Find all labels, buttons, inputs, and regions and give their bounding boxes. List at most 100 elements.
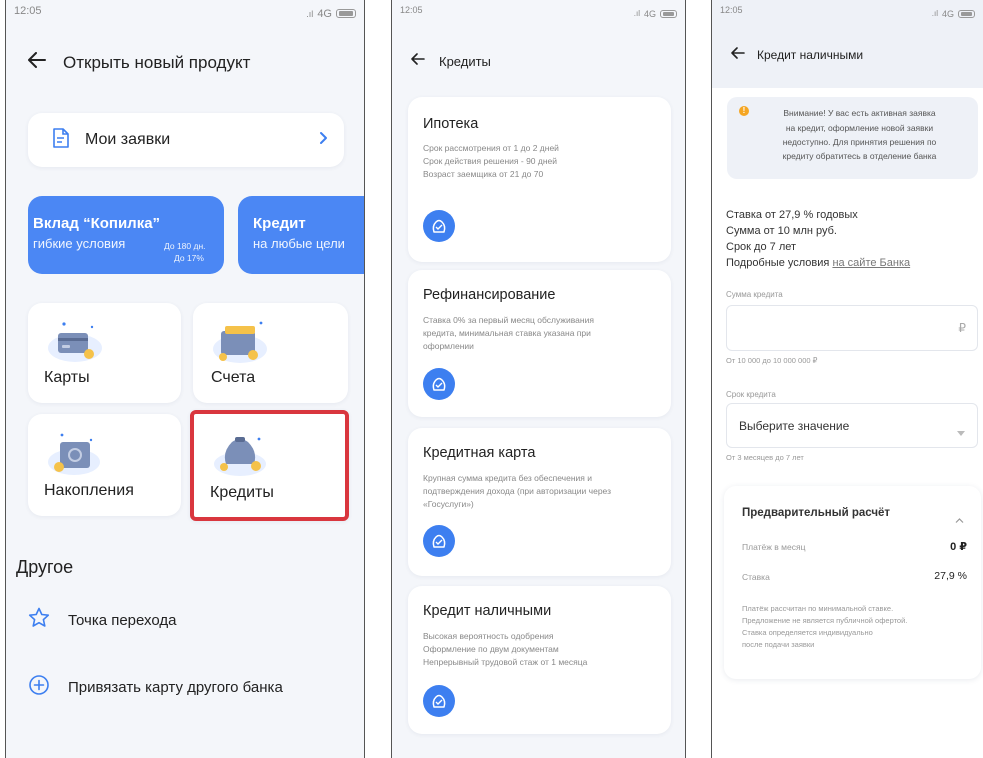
screen-cash-credit: 12:05 .ıl 4G Кредит наличными ! Внимание…: [711, 0, 983, 758]
back-arrow-icon[interactable]: [731, 46, 745, 64]
network-label: 4G: [941, 8, 954, 19]
currency-symbol: ₽: [958, 321, 966, 335]
network-label: 4G: [643, 8, 656, 19]
product-card-mortgage[interactable]: Ипотека Срок рассмотрения от 1 до 2 дней…: [408, 97, 671, 262]
money-bag-button-icon[interactable]: [423, 368, 455, 400]
promo-deposit-subtitle: гибкие условия: [33, 236, 126, 251]
warning-banner: ! Внимание! У вас есть активная заявка н…: [727, 97, 978, 179]
details-link[interactable]: на сайте Банка: [832, 257, 910, 269]
tile-savings[interactable]: Накопления: [28, 414, 181, 516]
promo-credit-subtitle: на любые цели: [253, 236, 345, 251]
my-requests-row[interactable]: Мои заявки: [28, 113, 344, 167]
tile-cards[interactable]: Карты: [28, 303, 181, 403]
product-card-credit-card[interactable]: Кредитная карта Крупная сумма кредита бе…: [408, 428, 671, 576]
product-desc-line: Оформление по двум документам: [423, 644, 559, 654]
status-bar: 12:05 .ıl 4G: [712, 0, 983, 22]
product-title: Рефинансирование: [423, 287, 556, 303]
calc-title: Предварительный расчёт: [742, 507, 891, 519]
product-desc-line: кредита, минимальная ставка указана при: [423, 328, 591, 338]
status-time: 12:05: [400, 5, 423, 15]
product-desc-line: Возраст заемщика от 21 до 70: [423, 169, 544, 179]
app-bar: Открыть новый продукт: [28, 52, 250, 73]
app-bar: Кредит наличными: [731, 46, 863, 64]
warning-text-line: на кредит, оформление новой заявки: [785, 123, 934, 133]
add-circle-icon: [28, 674, 50, 701]
menu-item-label: Точка перехода: [68, 611, 177, 629]
product-desc-line: подтверждения дохода (при авторизации че…: [423, 486, 611, 496]
info-line: Срок до 7 лет: [726, 241, 797, 253]
signal-icon: .ıl: [633, 9, 640, 18]
tile-credits-label: Кредиты: [210, 484, 274, 501]
product-desc-line: Ставка 0% за первый месяц обслуживания: [423, 315, 594, 325]
dropdown-arrow-icon: [957, 423, 965, 441]
signal-icon: .ıl: [931, 9, 938, 18]
status-time: 12:05: [720, 5, 743, 15]
payment-label: Платёж в месяц: [742, 542, 806, 552]
menu-item-transition-point[interactable]: Точка перехода: [28, 607, 176, 633]
signal-icon: .ıl: [306, 8, 314, 19]
disclaimer-line: после подачи заявки: [742, 640, 815, 649]
document-icon: [52, 127, 69, 153]
promo-card-deposit[interactable]: Вклад “Копилка” гибкие условия До 180 дн…: [28, 196, 224, 274]
tile-savings-label: Накопления: [44, 482, 134, 499]
warning-text-line: кредиту обратитесь в отделение банка: [782, 151, 937, 161]
details-line: Подробные условия на сайте Банка: [726, 257, 910, 269]
product-title: Кредит наличными: [423, 603, 552, 619]
disclaimer-line: Ставка определяется индивидуально: [742, 628, 873, 637]
product-title: Ипотека: [423, 116, 479, 132]
accounts-illustration-icon: [209, 315, 271, 370]
product-desc-line: Непрерывный трудовой стаж от 1 месяца: [423, 657, 588, 667]
product-desc-line: оформлении: [423, 341, 474, 351]
warning-text-line: недоступно. Для принятия решения по: [782, 137, 937, 147]
product-desc-line: Срок рассмотрения от 1 до 2 дней: [423, 143, 559, 153]
details-prefix: Подробные условия: [726, 257, 833, 269]
amount-label: Сумма кредита: [726, 290, 783, 299]
term-select[interactable]: Выберите значение: [726, 403, 978, 448]
back-arrow-icon[interactable]: [411, 52, 425, 70]
money-bag-button-icon[interactable]: [423, 685, 455, 717]
status-time: 12:05: [14, 5, 42, 17]
disclaimer-line: Платёж рассчитан по минимальной ставке.: [742, 604, 894, 613]
product-card-refinancing[interactable]: Рефинансирование Ставка 0% за первый мес…: [408, 270, 671, 417]
promo-deposit-title: Вклад “Копилка”: [33, 215, 161, 232]
info-line: Сумма от 10 млн руб.: [726, 225, 837, 237]
money-bag-button-icon[interactable]: [423, 525, 455, 557]
product-title: Кредитная карта: [423, 445, 536, 461]
cards-illustration-icon: [44, 318, 106, 369]
network-label: 4G: [317, 7, 332, 20]
screen-open-new-product: 12:05 .ıl 4G Открыть новый продукт Мои з…: [5, 0, 365, 758]
amount-hint: От 10 000 до 10 000 000 ₽: [726, 356, 818, 365]
tile-accounts-label: Счета: [211, 369, 256, 386]
money-bag-button-icon[interactable]: [423, 210, 455, 242]
amount-input[interactable]: ₽: [726, 305, 978, 351]
rate-label: Ставка: [742, 572, 770, 582]
product-desc-line: Крупная сумма кредита без обеспечения и: [423, 473, 592, 483]
page-title: Кредиты: [439, 53, 491, 69]
promo-card-credit[interactable]: Кредит на любые цели: [238, 196, 364, 274]
term-label: Срок кредита: [726, 390, 776, 399]
back-arrow-icon[interactable]: [28, 52, 46, 73]
menu-item-label: Привязать карту другого банка: [68, 679, 283, 696]
page-title: Открыть новый продукт: [63, 52, 251, 72]
tile-credits-highlighted[interactable]: Кредиты: [190, 410, 349, 521]
payment-value: 0 ₽: [950, 541, 967, 553]
term-hint: От 3 месяцев до 7 лет: [726, 453, 804, 462]
battery-icon: [336, 9, 356, 18]
app-bar: Кредиты: [411, 52, 491, 70]
preliminary-calc-card: Предварительный расчёт Платёж в месяц 0 …: [724, 486, 981, 679]
page-title: Кредит наличными: [757, 48, 864, 62]
promo-deposit-term: До 180 дн.: [164, 241, 206, 251]
money-bag-illustration-icon: [210, 428, 270, 481]
status-bar: 12:05 .ıl 4G: [6, 0, 364, 22]
chevron-up-icon[interactable]: [955, 510, 964, 528]
menu-item-link-other-card[interactable]: Привязать карту другого банка: [28, 674, 283, 701]
product-desc-line: «Госуслуги»): [423, 499, 474, 509]
battery-icon: [958, 9, 975, 18]
promo-deposit-rate: До 17%: [174, 253, 204, 263]
rate-value: 27,9 %: [934, 570, 967, 582]
tile-cards-label: Карты: [44, 369, 90, 386]
tile-accounts[interactable]: Счета: [193, 303, 348, 403]
product-card-cash-credit[interactable]: Кредит наличными Высокая вероятность одо…: [408, 586, 671, 734]
disclaimer-line: Предложение не является публичной оферто…: [742, 616, 908, 625]
promo-credit-title: Кредит: [253, 215, 306, 232]
